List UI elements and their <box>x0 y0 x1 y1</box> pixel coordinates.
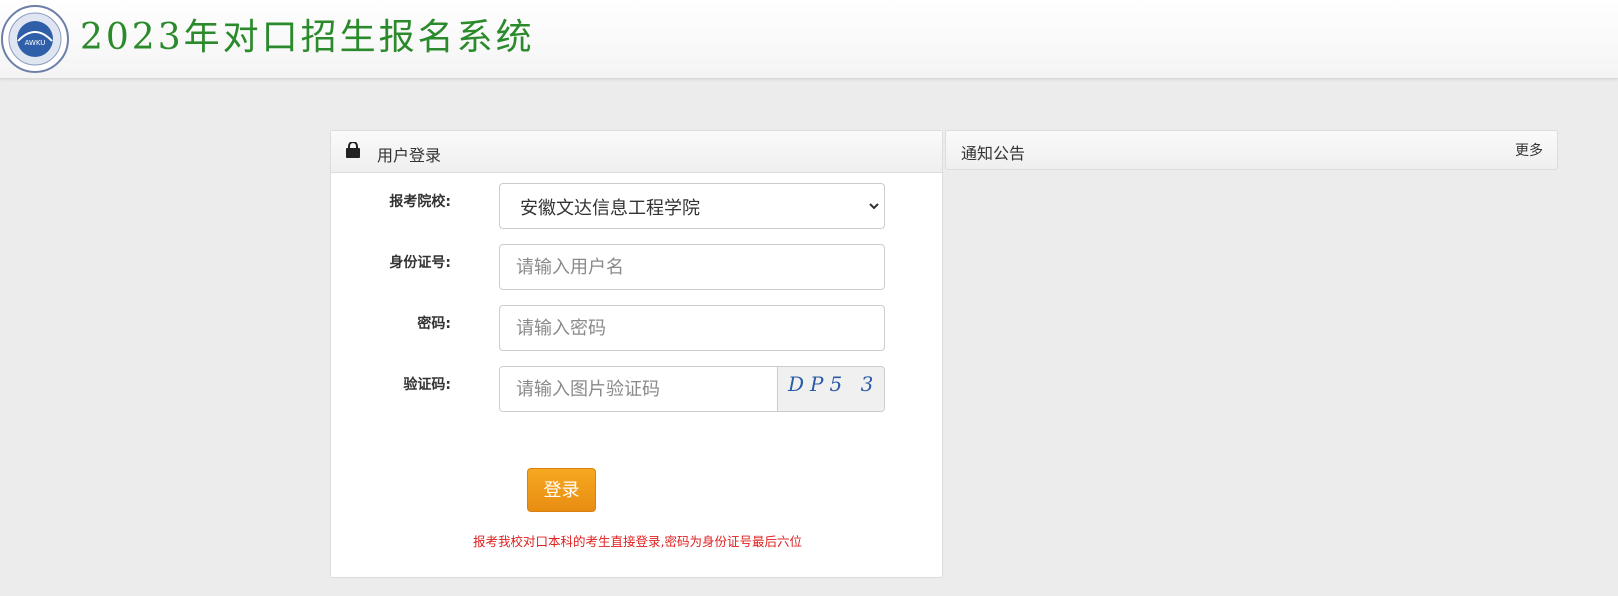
lock-icon <box>346 142 360 158</box>
svg-text:AWKU: AWKU <box>25 39 46 47</box>
captcha-group: DP5 3 <box>499 366 885 412</box>
captcha-image[interactable]: DP5 3 <box>777 367 884 411</box>
page-title: 2023年对口招生报名系统 <box>80 17 535 58</box>
login-panel-title: 用户登录 <box>377 146 442 165</box>
captcha-image-text: DP5 3 <box>788 372 880 396</box>
top-header: AWKU 2023年对口招生报名系统 <box>0 0 1618 79</box>
login-hint: 报考我校对口本科的考生直接登录,密码为身份证号最后六位 <box>473 534 802 549</box>
school-select-value: 安徽文达信息工程学院 <box>520 198 700 219</box>
login-panel: 用户登录 报考院校: 安徽文达信息工程学院 身份证号: 密码: 验证码: DP5… <box>330 130 943 578</box>
password-label: 密码: <box>417 316 451 332</box>
login-button[interactable]: 登录 <box>527 468 596 512</box>
more-link[interactable]: 更多 <box>1515 140 1543 160</box>
id-number-input[interactable] <box>499 244 885 290</box>
chevron-down-icon <box>869 203 879 210</box>
school-label: 报考院校: <box>389 194 451 210</box>
notice-title: 通知公告 <box>961 144 1026 163</box>
school-select[interactable]: 安徽文达信息工程学院 <box>499 183 885 229</box>
login-panel-header: 用户登录 <box>331 131 942 173</box>
notice-panel: 通知公告 更多 <box>945 130 1558 170</box>
school-logo: AWKU <box>1 5 69 73</box>
password-input[interactable] <box>499 305 885 351</box>
captcha-label: 验证码: <box>403 377 451 393</box>
captcha-input[interactable] <box>500 367 777 411</box>
id-label: 身份证号: <box>389 255 451 271</box>
